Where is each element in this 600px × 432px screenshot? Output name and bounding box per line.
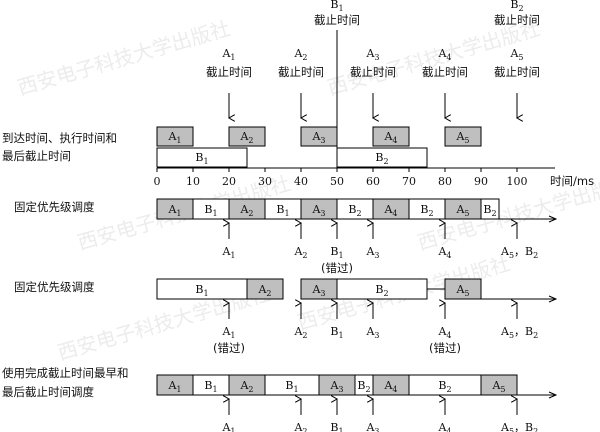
deadline-caption: 截止时间 (350, 65, 396, 79)
schedule-deadline-label: A5，B2 (500, 421, 538, 432)
deadline-task-label: A2 (293, 47, 307, 62)
diagram-canvas: 西安电子科技大学出版社 西安电子科技大学出版社西安电子科技大学出版社西安电子科技大… (2, 0, 600, 432)
axis-tick-label: 30 (258, 175, 272, 188)
schedule-label-line2: 最后截止时间调度 (2, 385, 94, 399)
axis-tick-label: 50 (330, 175, 344, 188)
missed-note: (错过) (213, 341, 245, 355)
schedule-deadline-label: B1 (330, 421, 343, 432)
axis-tick-label: 0 (154, 175, 161, 188)
schedule-deadline-label: A2 (293, 245, 307, 260)
schedule-deadline-label: A1 (221, 245, 235, 260)
axis-tick-label: 90 (474, 175, 488, 188)
schedule-deadline-label: A1 (221, 421, 235, 432)
schedule-deadline-label: A2 (293, 421, 307, 432)
axis-unit-label: 时间/ms (550, 174, 594, 188)
axis-tick-label: 60 (366, 175, 380, 188)
deadline-caption: 截止时间 (422, 65, 468, 79)
schedule-deadline-label: B1 (330, 245, 343, 260)
missed-note: (错过) (429, 341, 461, 355)
deadline-task-label: A5 (509, 47, 523, 62)
axis-tick-label: 20 (222, 175, 236, 188)
deadline-caption: 截止时间 (206, 65, 252, 79)
axis-tick-label: 80 (438, 175, 452, 188)
schedule-label-line1: 固定优先级调度 (14, 280, 95, 294)
schedule-deadline-label: B1 (330, 325, 343, 340)
axis-tick-label: 10 (186, 175, 200, 188)
arrival-label-line2: 最后截止时间 (2, 149, 71, 163)
deadline-task-label: A1 (221, 47, 235, 62)
schedule-deadline-label: A4 (437, 325, 451, 340)
axis-tick-label: 100 (507, 175, 528, 188)
schedule-deadline-label: A1 (221, 325, 235, 340)
schedule-deadline-label: A4 (437, 245, 451, 260)
b-deadline-label: B2 (510, 0, 523, 13)
arrival-label-line1: 到达时间、执行时间和 (2, 131, 117, 145)
axis-tick-label: 40 (294, 175, 308, 188)
scheduling-diagram: 西安电子科技大学出版社 西安电子科技大学出版社 西安电子科技大学出版社 西安电子科技大… (0, 0, 600, 432)
schedule-deadline-label: A3 (365, 245, 379, 260)
missed-note: (错过) (321, 261, 353, 275)
watermark-text: 西安电子科技大学出版社 (15, 16, 233, 100)
deadline-caption: 截止时间 (278, 65, 324, 79)
b-deadline-caption: 截止时间 (314, 13, 360, 27)
schedule-deadline-label: A3 (365, 325, 379, 340)
schedule-label-line1: 使用完成截止时间最早和 (2, 366, 129, 380)
schedule-label-line1: 固定优先级调度 (14, 200, 95, 214)
b-deadline-label: B1 (330, 0, 343, 13)
deadline-task-label: A3 (365, 47, 379, 62)
b-deadline-caption: 截止时间 (494, 13, 540, 27)
schedule-deadline-label: A5，B2 (500, 325, 538, 340)
schedule-deadline-label: A5，B2 (500, 245, 538, 260)
schedule-deadline-label: A3 (365, 421, 379, 432)
axis-tick-label: 70 (402, 175, 416, 188)
deadline-caption: 截止时间 (494, 65, 540, 79)
schedule-deadline-label: A4 (437, 421, 451, 432)
